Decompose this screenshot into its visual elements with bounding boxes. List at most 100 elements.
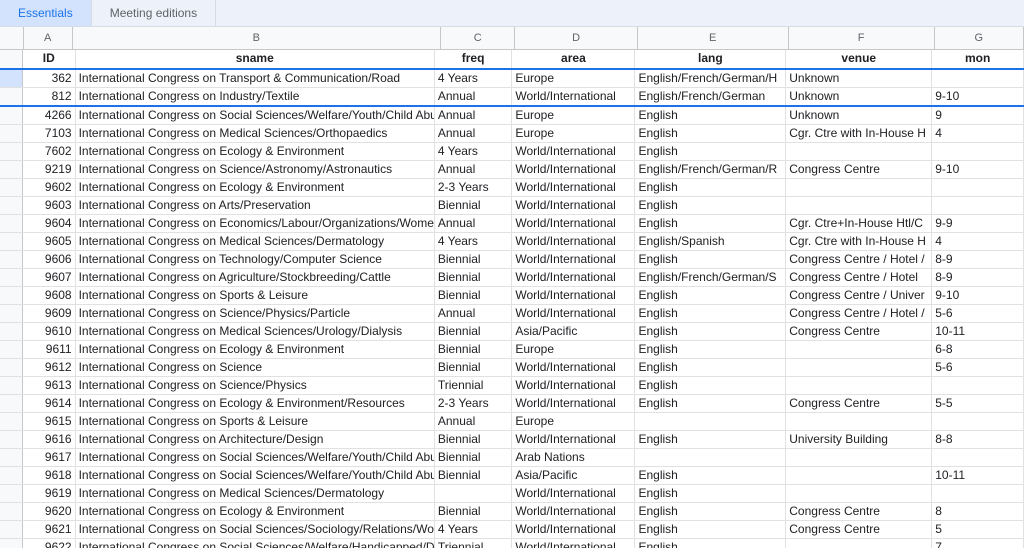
cell-sname[interactable]: International Congress on Social Science… [76,521,435,538]
row-number-gutter[interactable] [0,125,23,142]
cell-freq[interactable]: 2-3 Years [435,395,512,412]
cell-mon[interactable]: 4 [932,125,1024,142]
cell-id[interactable]: 362 [23,70,76,87]
cell-mon[interactable] [932,143,1024,160]
cell-area[interactable]: World/International [512,161,635,178]
cell-mon[interactable] [932,179,1024,196]
row-number-gutter[interactable] [0,377,23,394]
cell-venue[interactable]: Cgr. Ctre+In-House Htl/C [786,215,932,232]
cell-area[interactable]: Europe [512,413,635,430]
cell-sname[interactable]: International Congress on Industry/Texti… [76,88,435,105]
table-row[interactable]: 7602 International Congress on Ecology &… [0,143,1024,161]
cell-area[interactable]: World/International [512,539,635,548]
cell-id[interactable]: 7103 [23,125,76,142]
cell-id[interactable]: 9615 [23,413,76,430]
column-header-G[interactable]: G [935,27,1024,49]
cell-venue[interactable] [786,539,932,548]
table-row[interactable]: 9602 International Congress on Ecology &… [0,179,1024,197]
cell-freq[interactable]: Biennial [435,467,512,484]
cell-sname[interactable]: International Congress on Arts/Preservat… [76,197,435,214]
row-number-gutter[interactable] [0,503,23,520]
cell-id[interactable]: 9607 [23,269,76,286]
cell-freq[interactable]: 4 Years [435,233,512,250]
cell-mon[interactable]: mon [932,50,1024,68]
cell-freq[interactable]: Biennial [435,431,512,448]
table-row[interactable]: 9610 International Congress on Medical S… [0,323,1024,341]
cell-id[interactable]: 9610 [23,323,76,340]
cell-mon[interactable]: 10-11 [932,323,1024,340]
cell-mon[interactable]: 5-6 [932,305,1024,322]
cell-mon[interactable] [932,197,1024,214]
cell-lang[interactable]: English [635,143,786,160]
cell-venue[interactable]: Cgr. Ctre with In-House H [786,125,932,142]
cell-sname[interactable]: International Congress on Economics/Labo… [76,215,435,232]
cell-sname[interactable]: International Congress on Technology/Com… [76,251,435,268]
row-number-gutter[interactable] [0,215,23,232]
cell-mon[interactable] [932,70,1024,87]
table-row[interactable]: 7103 International Congress on Medical S… [0,125,1024,143]
cell-sname[interactable]: International Congress on Ecology & Envi… [76,179,435,196]
cell-sname[interactable]: International Congress on Ecology & Envi… [76,341,435,358]
table-row[interactable]: 362 International Congress on Transport … [0,68,1024,88]
cell-freq[interactable]: Annual [435,107,512,124]
cell-venue[interactable]: Congress Centre / Hotel / [786,251,932,268]
table-row[interactable]: 9616 International Congress on Architect… [0,431,1024,449]
row-number-gutter[interactable] [0,431,23,448]
cell-id[interactable]: 9613 [23,377,76,394]
cell-lang[interactable]: English [635,287,786,304]
cell-area[interactable]: World/International [512,359,635,376]
cell-sname[interactable]: International Congress on Agriculture/St… [76,269,435,286]
cell-sname[interactable]: International Congress on Social Science… [76,539,435,548]
cell-venue[interactable] [786,197,932,214]
cell-lang[interactable]: English [635,395,786,412]
row-number-gutter[interactable] [0,179,23,196]
cell-venue[interactable] [786,485,932,502]
row-number-gutter[interactable] [0,143,23,160]
cell-area[interactable]: World/International [512,215,635,232]
cell-lang[interactable]: English/French/German/H [635,70,786,87]
table-row[interactable]: 9603 International Congress on Arts/Pres… [0,197,1024,215]
cell-freq[interactable]: Biennial [435,287,512,304]
cell-id[interactable]: 9618 [23,467,76,484]
cell-id[interactable]: 9611 [23,341,76,358]
cell-freq[interactable]: Triennial [435,539,512,548]
cell-lang[interactable]: English [635,215,786,232]
cell-area[interactable]: World/International [512,179,635,196]
cell-sname[interactable]: International Congress on Ecology & Envi… [76,143,435,160]
cell-freq[interactable]: Annual [435,88,512,105]
cell-id[interactable]: 4266 [23,107,76,124]
table-row[interactable]: 9621 International Congress on Social Sc… [0,521,1024,539]
cell-venue[interactable] [786,143,932,160]
table-row[interactable]: 9609 International Congress on Science/P… [0,305,1024,323]
cell-lang[interactable]: English [635,179,786,196]
row-number-gutter[interactable] [0,161,23,178]
cell-sname[interactable]: International Congress on Transport & Co… [76,70,435,87]
cell-freq[interactable]: freq [435,50,512,68]
cell-mon[interactable]: 7 [932,539,1024,548]
cell-freq[interactable]: Biennial [435,197,512,214]
row-number-gutter[interactable] [0,70,23,87]
table-row[interactable]: 9619 International Congress on Medical S… [0,485,1024,503]
table-row[interactable]: 9622 International Congress on Social Sc… [0,539,1024,548]
cell-mon[interactable]: 8 [932,503,1024,520]
cell-sname[interactable]: International Congress on Science/Astron… [76,161,435,178]
row-number-gutter[interactable] [0,287,23,304]
cell-id[interactable]: 9603 [23,197,76,214]
cell-sname[interactable]: International Congress on Architecture/D… [76,431,435,448]
cell-venue[interactable]: Cgr. Ctre with In-House H [786,233,932,250]
cell-area[interactable]: World/International [512,377,635,394]
cell-id[interactable]: 9609 [23,305,76,322]
table-row[interactable]: ID sname freq area lang venue mon [0,50,1024,69]
table-row[interactable]: 9617 International Congress on Social Sc… [0,449,1024,467]
cell-lang[interactable]: English [635,467,786,484]
cell-id[interactable]: 9605 [23,233,76,250]
table-row[interactable]: 9615 International Congress on Sports & … [0,413,1024,431]
row-number-gutter[interactable] [0,197,23,214]
cell-lang[interactable]: English [635,521,786,538]
cell-area[interactable]: World/International [512,233,635,250]
cell-lang[interactable]: English [635,359,786,376]
cell-venue[interactable] [786,341,932,358]
cell-mon[interactable]: 9-10 [932,88,1024,105]
column-header-B[interactable]: B [73,27,441,49]
row-number-gutter[interactable] [0,539,23,548]
